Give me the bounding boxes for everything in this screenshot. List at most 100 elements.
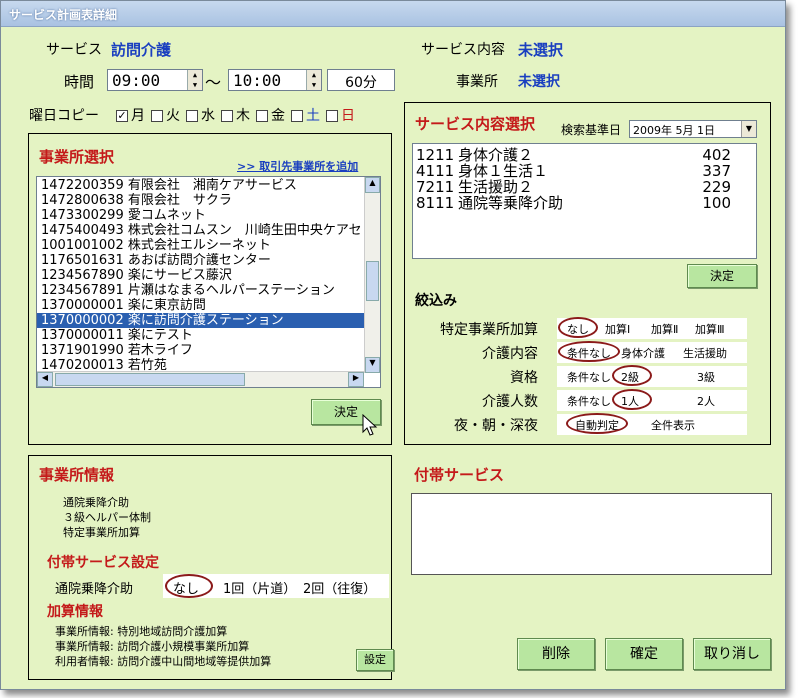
selected-option-ring (612, 365, 652, 386)
content-list-item[interactable]: 8111 通院等乗降介助 100 (416, 195, 741, 211)
horizontal-scrollbar[interactable]: ◀ ▶ (37, 371, 364, 387)
office-list-item[interactable]: 1001001002 株式会社エルシーネット (37, 238, 364, 253)
weekday-label: 日 (341, 108, 355, 124)
office-list-item[interactable]: 1370000011 楽にテスト (37, 328, 364, 343)
filter-label: 夜・朝・深夜 (454, 418, 538, 434)
weekday-checkbox[interactable] (291, 110, 303, 122)
commit-button[interactable]: 確定 (605, 638, 683, 670)
weekday-checkbox[interactable]: ✓ (116, 110, 128, 122)
office-select-title: 事業所選択 (39, 148, 115, 166)
content-confirm-button[interactable]: 決定 (687, 264, 757, 288)
office-list-item[interactable]: 1473300299 愛コムネット (37, 208, 364, 223)
office-rows: 1472200359 有限会社 湘南ケアサービス 1472800638 有限会社 … (37, 178, 364, 373)
weekday-4[interactable]: 金 (256, 108, 285, 124)
weekday-checkbox[interactable] (151, 110, 163, 122)
selected-option-ring (558, 317, 598, 338)
vertical-scrollbar[interactable]: ▲ ▼ (364, 177, 380, 373)
mouse-cursor-icon (362, 414, 378, 436)
settings-button[interactable]: 設定 (356, 649, 394, 671)
weekday-checkbox[interactable] (221, 110, 233, 122)
item-code: 4111 (416, 162, 455, 180)
aux-setting-title: 付帯サービス設定 (47, 555, 159, 571)
scroll-right-arrow[interactable]: ▶ (348, 372, 364, 387)
office-list[interactable]: 1472200359 有限会社 湘南ケアサービス 1472800638 有限会社 … (36, 176, 381, 388)
delete-button[interactable]: 削除 (517, 638, 595, 670)
office-select-panel: 事業所選択 >> 取引先事業所を追加 1472200359 有限会社 湘南ケアサ… (28, 133, 392, 445)
office-list-item[interactable]: 1234567891 片瀬はなまるヘルパーステーション (37, 283, 364, 298)
filter-option[interactable]: 加算Ⅲ (695, 321, 725, 337)
scroll-up-arrow[interactable]: ▲ (365, 177, 380, 193)
item-name: 身体１生活１ (458, 162, 549, 180)
scroll-left-arrow[interactable]: ◀ (37, 372, 53, 387)
weekday-checkbox[interactable] (326, 110, 338, 122)
office-list-item[interactable]: 1371901990 若木ライフ (37, 343, 364, 358)
filter-option[interactable]: 条件なし (567, 369, 611, 385)
item-code: 8111 (416, 194, 455, 212)
filter-label: 介護内容 (482, 346, 538, 362)
filter-option[interactable]: 生活援助 (683, 345, 727, 361)
selected-option-ring (165, 574, 213, 598)
content-list-item[interactable]: 1211 身体介護２ 402 (416, 147, 741, 163)
service-content-list[interactable]: 1211 身体介護２ 402 4111 身体１生活１ 337 7211 生活援助２ 229 811… (412, 143, 757, 259)
weekday-1[interactable]: 火 (151, 108, 180, 124)
start-time-spinner[interactable]: ▲ ▼ (187, 70, 202, 90)
weekday-label: 土 (306, 108, 320, 124)
search-date-value: 2009年 5月 1日 (633, 124, 715, 137)
weekday-checkbox[interactable] (186, 110, 198, 122)
item-code: 7211 (416, 178, 455, 196)
addition-info-line: 事業所情報: 訪問介護小規模事業所加算 (55, 640, 250, 653)
aux-option[interactable]: 1回（片道） (223, 578, 296, 597)
weekday-0[interactable]: ✓ 月 (116, 108, 145, 124)
weekday-label: 月 (131, 108, 145, 124)
vertical-scroll-thumb[interactable] (366, 261, 379, 301)
weekday-2[interactable]: 水 (186, 108, 215, 124)
filter-option[interactable]: 加算Ⅰ (605, 321, 630, 337)
filter-option[interactable]: 2人 (697, 393, 715, 409)
end-time-input[interactable]: 10:00 ▲ ▼ (228, 69, 322, 91)
weekday-checkbox[interactable] (256, 110, 268, 122)
content-list-item[interactable]: 4111 身体１生活１ 337 (416, 163, 741, 179)
addition-info-title: 加算情報 (47, 604, 103, 620)
weekday-5[interactable]: 土 (291, 108, 320, 124)
weekday-6[interactable]: 日 (326, 108, 355, 124)
office-list-item[interactable]: 1234567890 楽にサービス藤沢 (37, 268, 364, 283)
item-units: 229 (702, 178, 731, 196)
search-date-label: 検索基準日 (561, 123, 622, 137)
weekday-label: 木 (236, 108, 250, 124)
content-list-item[interactable]: 7211 生活援助２ 229 (416, 179, 741, 195)
filter-option[interactable]: 条件なし (567, 393, 611, 409)
service-label: サービス (46, 42, 102, 58)
filter-option[interactable]: 3級 (697, 369, 715, 385)
aux-service-field[interactable] (411, 493, 772, 575)
office-list-item[interactable]: 1472200359 有限会社 湘南ケアサービス (37, 178, 364, 193)
aux-setting-label: 通院乗降介助 (55, 582, 134, 597)
office-info-line: 特定事業所加算 (63, 526, 140, 539)
office-list-item[interactable]: 1370000001 楽に東京訪問 (37, 298, 364, 313)
duration-field: 60分 (327, 69, 395, 91)
end-time-spinner[interactable]: ▲ ▼ (306, 70, 321, 90)
dialog-window: サービス計画表詳細 サービス 訪問介護 サービス内容 未選択 時間 09:00 … (0, 0, 786, 690)
office-list-item[interactable]: 1475400493 株式会社コムスン 川崎生田中央ケアセ (37, 223, 364, 238)
chevron-down-icon[interactable]: ▼ (741, 121, 756, 137)
weekday-copy-label: 曜日コピー (29, 108, 99, 124)
item-code: 1211 (416, 146, 455, 164)
filter-option[interactable]: 全件表示 (651, 417, 695, 433)
filter-option[interactable]: 加算Ⅱ (651, 321, 678, 337)
selected-option-ring (612, 389, 652, 410)
office-list-item[interactable]: 1176501631 あおば訪問介護センター (37, 253, 364, 268)
search-date-select[interactable]: 2009年 5月 1日 ▼ (629, 120, 757, 138)
horizontal-scroll-thumb[interactable] (55, 373, 245, 386)
office-list-item[interactable]: 1472800638 有限会社 サクラ (37, 193, 364, 208)
filter-option[interactable]: 身体介護 (621, 345, 665, 361)
cancel-button[interactable]: 取り消し (693, 638, 771, 670)
aux-option[interactable]: 2回（往復） (303, 578, 376, 597)
start-time-input[interactable]: 09:00 ▲ ▼ (107, 69, 203, 91)
content-value: 未選択 (518, 41, 564, 59)
scroll-down-arrow[interactable]: ▼ (365, 357, 380, 373)
office-info-line: 通院乗降介助 (63, 496, 129, 509)
office-list-item[interactable]: 1370000002 楽に訪問介護ステーション (37, 313, 364, 328)
weekday-label: 水 (201, 108, 215, 124)
add-office-link[interactable]: >> 取引先事業所を追加 (237, 158, 358, 174)
window-title: サービス計画表詳細 (9, 8, 118, 22)
weekday-3[interactable]: 木 (221, 108, 250, 124)
